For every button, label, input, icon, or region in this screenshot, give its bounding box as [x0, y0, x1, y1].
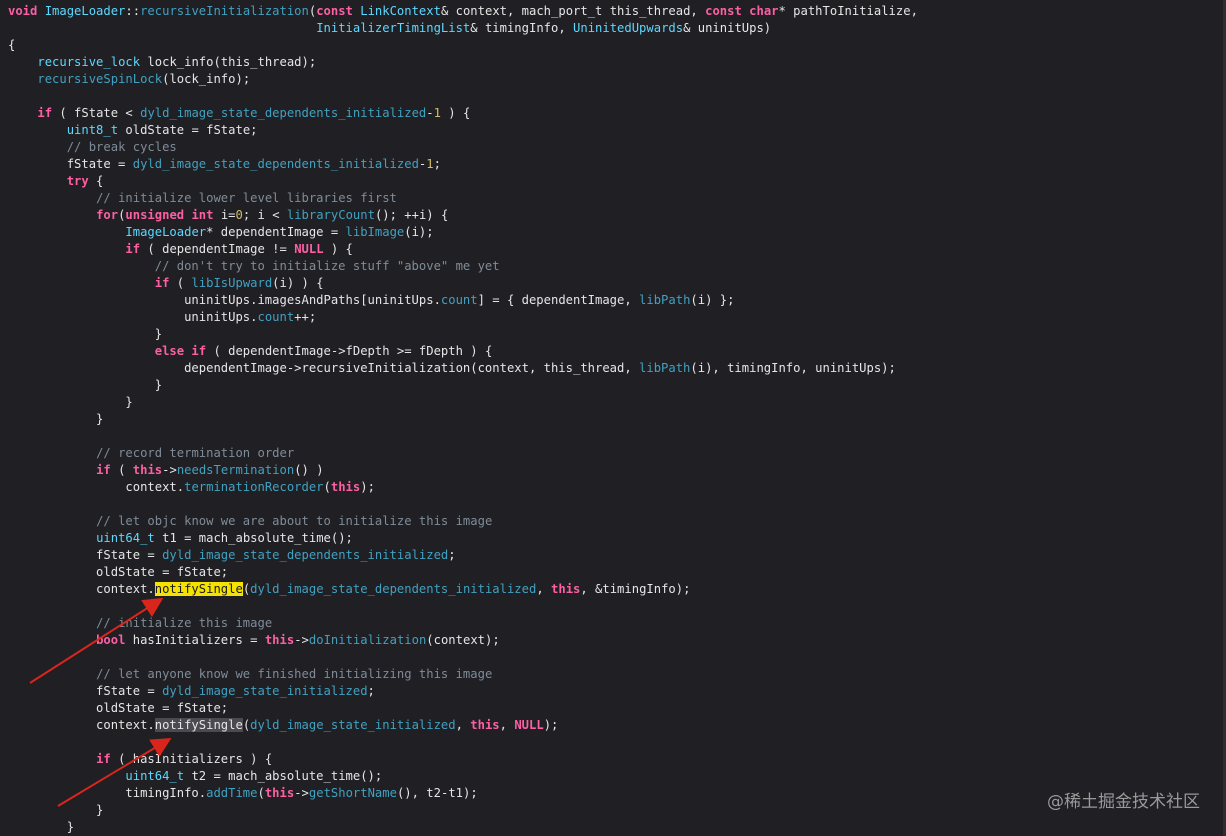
watermark-text: @稀土掘金技术社区: [1047, 792, 1200, 812]
arrow-to-first-notifysingle: [29, 597, 164, 684]
arrow-to-second-notifysingle: [57, 737, 172, 807]
annotation-arrows: [29, 597, 172, 807]
